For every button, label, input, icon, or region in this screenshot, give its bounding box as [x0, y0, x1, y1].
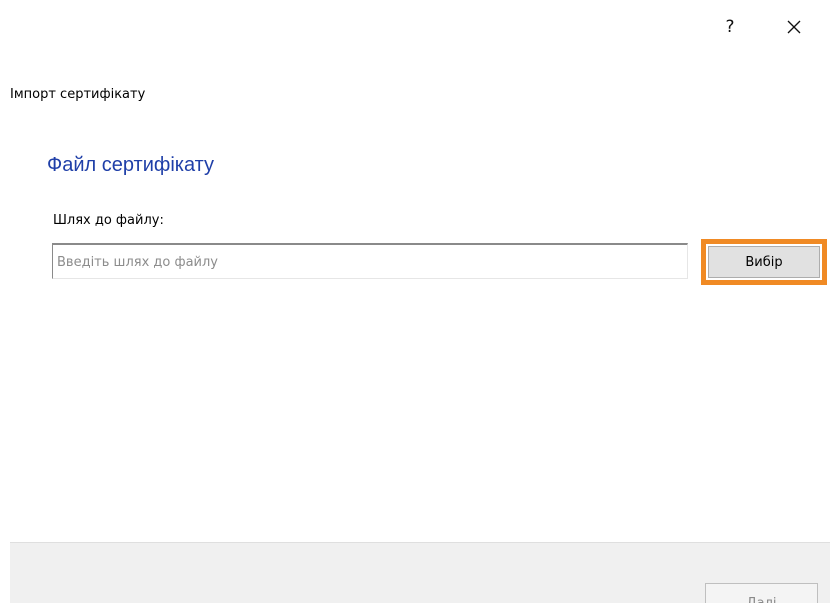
section-heading: Файл сертифікату	[47, 154, 215, 176]
close-button[interactable]	[774, 10, 814, 44]
help-label: ?	[725, 17, 735, 37]
file-path-input[interactable]	[52, 243, 688, 279]
help-button[interactable]: ?	[710, 10, 750, 44]
import-certificate-dialog: ? Імпорт сертифікату Файл сертифікату Шл…	[0, 0, 830, 603]
close-icon	[787, 20, 801, 34]
next-button[interactable]: Далі	[705, 583, 818, 603]
browse-button[interactable]: Вибір	[708, 246, 820, 278]
path-label: Шлях до файлу:	[53, 213, 164, 228]
wizard-title: Імпорт сертифікату	[10, 87, 146, 102]
